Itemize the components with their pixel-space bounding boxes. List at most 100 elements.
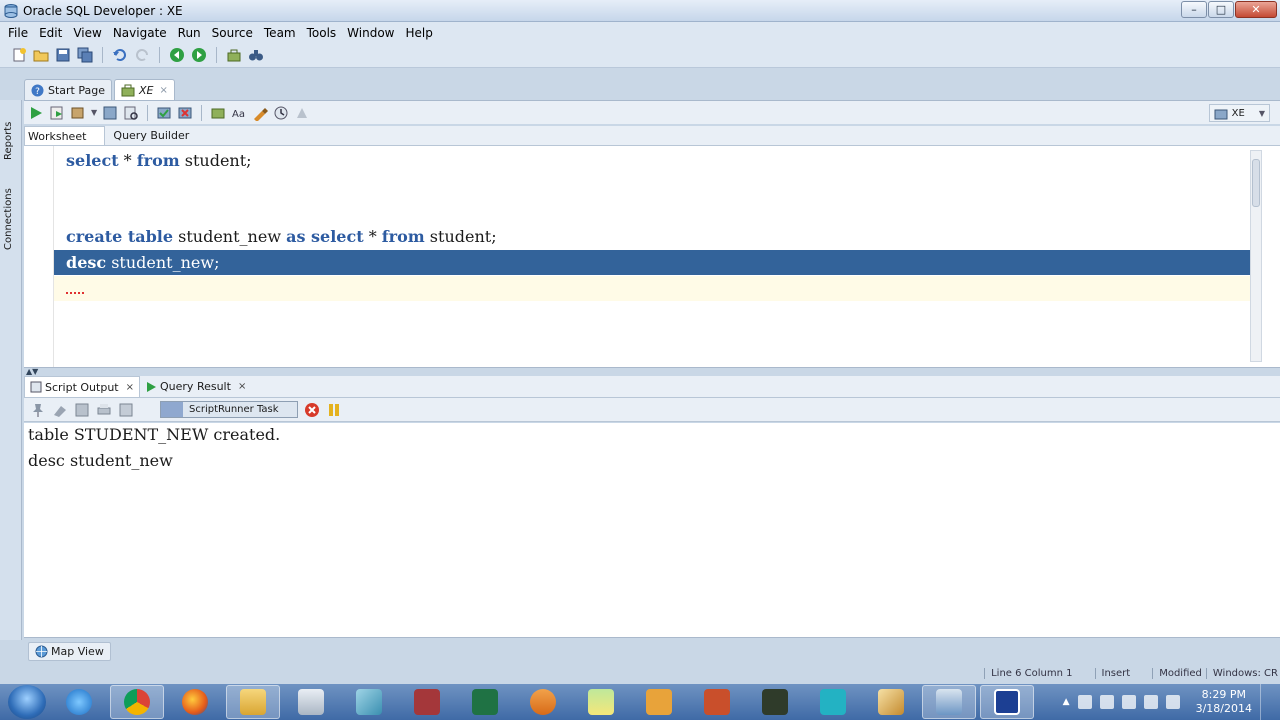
menu-navigate[interactable]: Navigate	[109, 26, 171, 40]
code-text: *	[118, 151, 137, 170]
maximize-button[interactable]: □	[1208, 1, 1234, 18]
format-icon[interactable]	[294, 105, 310, 121]
taskbar-calculator[interactable]	[284, 685, 338, 719]
taskbar-app[interactable]	[342, 685, 396, 719]
worksheet-toolbar: ▼ Aa XE ▼	[24, 100, 1280, 124]
show-desktop-button[interactable]	[1260, 684, 1272, 720]
scrollbar-thumb[interactable]	[1252, 159, 1260, 207]
screen-icon	[820, 689, 846, 715]
code-line-selected[interactable]: desc student_new;	[54, 250, 1250, 275]
run-statement-icon[interactable]	[28, 105, 44, 121]
taskbar-app[interactable]	[864, 685, 918, 719]
save-all-icon[interactable]	[77, 47, 93, 63]
menu-tools[interactable]: Tools	[303, 26, 341, 40]
map-view-button[interactable]: Map View	[28, 641, 111, 661]
menu-team[interactable]: Team	[260, 26, 300, 40]
reports-tab[interactable]: Reports	[3, 122, 14, 160]
minimize-button[interactable]: –	[1181, 1, 1207, 18]
sql-editor[interactable]: select * from student; create table stud…	[24, 146, 1280, 368]
connections-tab[interactable]: Connections	[3, 188, 14, 250]
taskbar-explorer[interactable]	[226, 685, 280, 719]
tab-query-builder[interactable]: Query Builder	[105, 126, 193, 145]
menu-view[interactable]: View	[69, 26, 105, 40]
autotrace-icon[interactable]	[70, 105, 86, 121]
taskbar-ie[interactable]	[52, 685, 106, 719]
code-line-current[interactable]	[54, 276, 1250, 301]
taskbar-sqldeveloper[interactable]	[922, 685, 976, 719]
clear-icon[interactable]	[252, 105, 269, 121]
menu-file[interactable]: File	[4, 26, 32, 40]
save-icon[interactable]	[55, 47, 71, 63]
keyword: create table	[66, 227, 174, 246]
undo-icon[interactable]	[112, 47, 128, 63]
run-script-icon[interactable]	[49, 105, 65, 121]
taskbar-recorder[interactable]	[980, 685, 1034, 719]
connection-select[interactable]: XE ▼	[1208, 104, 1270, 122]
taskbar-outlook[interactable]	[632, 685, 686, 719]
tab-close-button[interactable]: ×	[238, 381, 246, 392]
code-text: student;	[179, 151, 252, 170]
eraser-icon[interactable]	[52, 402, 68, 418]
tray-expand-icon[interactable]: ▲	[1063, 697, 1070, 707]
tab-close-button[interactable]: ×	[160, 85, 168, 96]
output-line: desc student_new	[28, 451, 173, 470]
flag-icon[interactable]	[1077, 695, 1092, 709]
tab-close-button[interactable]: ×	[126, 382, 134, 393]
network-icon[interactable]	[1143, 695, 1158, 709]
menu-edit[interactable]: Edit	[35, 26, 66, 40]
taskbar-chrome[interactable]	[110, 685, 164, 719]
taskbar-media[interactable]	[516, 685, 570, 719]
commit-icon[interactable]	[156, 105, 172, 121]
sql-tuning-icon[interactable]	[123, 105, 139, 121]
binoculars-icon[interactable]	[248, 47, 264, 63]
new-file-icon[interactable]	[11, 47, 27, 63]
taskbar-app[interactable]	[574, 685, 628, 719]
taskbar-excel[interactable]	[458, 685, 512, 719]
cancel-task-icon[interactable]	[304, 402, 320, 418]
tab-start-page[interactable]: ? Start Page	[24, 79, 112, 100]
to-upper-icon[interactable]: Aa	[231, 105, 247, 121]
taskbar-firefox[interactable]	[168, 685, 222, 719]
explain-plan-icon[interactable]	[102, 105, 118, 121]
chevron-down-icon[interactable]: ▼	[91, 108, 97, 117]
unshared-worksheet-icon[interactable]	[210, 105, 226, 121]
taskbar-powerpoint[interactable]	[690, 685, 744, 719]
menu-run[interactable]: Run	[174, 26, 205, 40]
volume-icon[interactable]	[1165, 695, 1180, 709]
sql-worksheet-icon[interactable]	[226, 47, 242, 63]
display-icon[interactable]	[1099, 695, 1114, 709]
forward-icon[interactable]	[191, 47, 207, 63]
split-arrows-icon[interactable]: ▲▼	[26, 367, 38, 376]
menu-source[interactable]: Source	[208, 26, 257, 40]
back-icon[interactable]	[169, 47, 185, 63]
code-line[interactable]: select * from student;	[54, 148, 1250, 173]
tab-xe[interactable]: XE ×	[114, 79, 175, 100]
tab-worksheet[interactable]: Worksheet	[24, 126, 106, 145]
menu-window[interactable]: Window	[343, 26, 398, 40]
close-button[interactable]: ✕	[1235, 1, 1277, 18]
taskbar-app[interactable]	[748, 685, 802, 719]
pause-icon[interactable]	[326, 402, 342, 418]
power-icon[interactable]	[1121, 695, 1136, 709]
open-folder-icon[interactable]	[33, 47, 49, 63]
code-text: student_new;	[106, 253, 220, 272]
code-line[interactable]: create table student_new as select * fro…	[54, 224, 1250, 249]
pin-icon[interactable]	[30, 402, 46, 418]
editor-scrollbar[interactable]	[1250, 150, 1262, 362]
taskbar-app[interactable]	[806, 685, 860, 719]
print-icon[interactable]	[96, 402, 112, 418]
script-output-area[interactable]: table STUDENT_NEW created. desc student_…	[24, 423, 1280, 638]
clear-output-icon[interactable]	[118, 402, 134, 418]
cursor-position: Line 6 Column 1	[984, 667, 1094, 679]
tab-script-output[interactable]: Script Output ×	[24, 376, 141, 397]
clock[interactable]: 8:29 PM 3/18/2014	[1196, 688, 1252, 716]
redo-icon[interactable]	[134, 47, 150, 63]
history-icon[interactable]	[273, 105, 289, 121]
tab-query-result[interactable]: Query Result ×	[140, 376, 251, 397]
svg-text:?: ?	[35, 87, 40, 97]
taskbar-access[interactable]	[400, 685, 454, 719]
rollback-icon[interactable]	[177, 105, 193, 121]
start-button[interactable]	[8, 685, 46, 719]
menu-help[interactable]: Help	[402, 26, 437, 40]
save-output-icon[interactable]	[74, 402, 90, 418]
